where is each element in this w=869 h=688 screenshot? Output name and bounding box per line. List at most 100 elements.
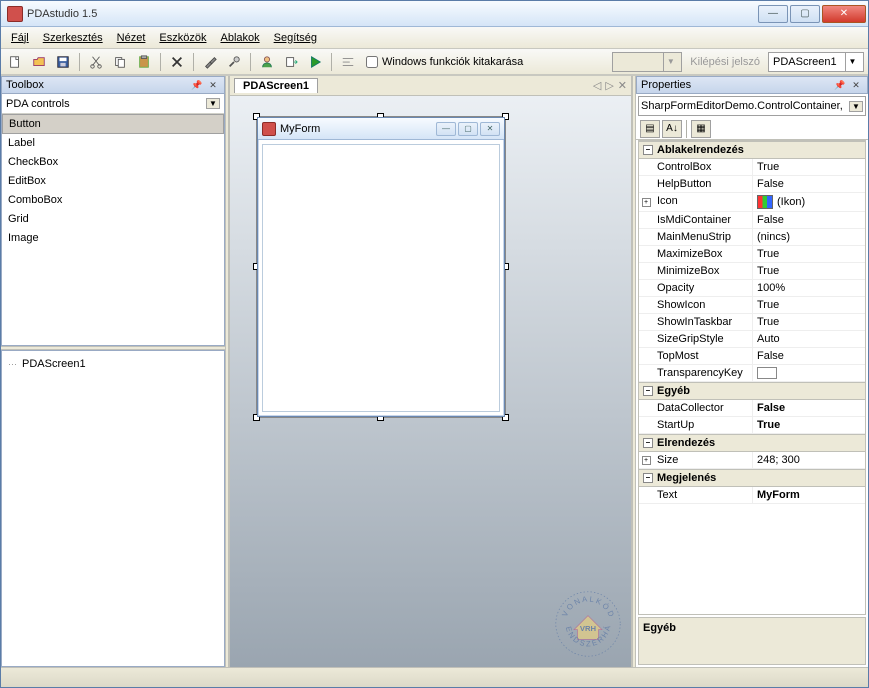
properties-pin-icon[interactable]: 📌 xyxy=(833,78,847,92)
settings-button[interactable] xyxy=(224,52,244,72)
form-icon xyxy=(262,122,276,136)
toolbox-item-editbox[interactable]: EditBox xyxy=(2,172,224,191)
form-titlebar: MyForm — ▢ ✕ xyxy=(258,118,504,140)
prop-row-text[interactable]: TextMyForm xyxy=(639,487,865,504)
copy-button[interactable] xyxy=(110,52,130,72)
tools-button[interactable] xyxy=(200,52,220,72)
tab-next-icon[interactable]: ▷ xyxy=(605,79,613,92)
properties-title: Properties xyxy=(641,79,691,91)
prop-row-ismdicontainer[interactable]: IsMdiContainerFalse xyxy=(639,212,865,229)
toolbox-category-combo[interactable]: PDA controls▼ xyxy=(2,94,224,114)
screen-combo[interactable]: PDAScreen1▼ xyxy=(768,52,864,72)
user-button[interactable] xyxy=(257,52,277,72)
close-button[interactable]: ✕ xyxy=(822,5,866,23)
export-button[interactable] xyxy=(281,52,301,72)
toolbox-item-grid[interactable]: Grid xyxy=(2,210,224,229)
menubar: Fájl Szerkesztés Nézet Eszközök Ablakok … xyxy=(1,27,868,49)
toolbox-pin-icon[interactable]: 📌 xyxy=(190,78,204,92)
toolbox-title: Toolbox xyxy=(6,79,44,91)
main-area: Toolbox 📌 ✕ PDA controls▼ ButtonLabelChe… xyxy=(1,75,868,667)
menu-file[interactable]: Fájl xyxy=(5,30,35,46)
form-title: MyForm xyxy=(280,123,320,135)
prop-row-opacity[interactable]: Opacity100% xyxy=(639,280,865,297)
prop-row-showintaskbar[interactable]: ShowInTaskbarTrue xyxy=(639,314,865,331)
center-column: PDAScreen1 ◁ ▷ ✕ xyxy=(229,76,632,667)
prop-pages-icon[interactable]: ▦ xyxy=(691,120,711,138)
maximize-button[interactable]: ▢ xyxy=(790,5,820,23)
prop-row-transparencykey[interactable]: TransparencyKey xyxy=(639,365,865,382)
prop-row-mainmenustrip[interactable]: MainMenuStrip(nincs) xyxy=(639,229,865,246)
open-button[interactable] xyxy=(29,52,49,72)
menu-tools[interactable]: Eszközök xyxy=(153,30,212,46)
menu-view[interactable]: Nézet xyxy=(111,30,152,46)
properties-close-icon[interactable]: ✕ xyxy=(849,78,863,92)
prop-row-controlbox[interactable]: ControlBoxTrue xyxy=(639,159,865,176)
prop-row-icon[interactable]: +Icon(Ikon) xyxy=(639,193,865,212)
form-close-icon[interactable]: ✕ xyxy=(480,122,500,136)
menu-edit[interactable]: Szerkesztés xyxy=(37,30,109,46)
form-minimize-icon[interactable]: — xyxy=(436,122,456,136)
prop-row-sizegripstyle[interactable]: SizeGripStyleAuto xyxy=(639,331,865,348)
form-selection[interactable]: MyForm — ▢ ✕ xyxy=(256,116,506,418)
prop-category[interactable]: –Elrendezés xyxy=(639,434,865,452)
design-surface[interactable]: MyForm — ▢ ✕ VRH xyxy=(230,96,631,667)
run-button[interactable] xyxy=(305,52,325,72)
toolbox-close-icon[interactable]: ✕ xyxy=(206,78,220,92)
prop-categorized-icon[interactable]: ▤ xyxy=(640,120,660,138)
toolbox-item-checkbox[interactable]: CheckBox xyxy=(2,153,224,172)
toolbox-item-label[interactable]: Label xyxy=(2,134,224,153)
menu-windows[interactable]: Ablakok xyxy=(214,30,265,46)
designed-form[interactable]: MyForm — ▢ ✕ xyxy=(257,117,505,417)
prop-row-helpbutton[interactable]: HelpButtonFalse xyxy=(639,176,865,193)
minimize-button[interactable]: — xyxy=(758,5,788,23)
prop-row-minimizebox[interactable]: MinimizeBoxTrue xyxy=(639,263,865,280)
paste-button[interactable] xyxy=(134,52,154,72)
properties-toolbar: ▤ A↓ ▦ xyxy=(636,118,868,140)
prop-category[interactable]: –Megjelenés xyxy=(639,469,865,487)
prop-row-showicon[interactable]: ShowIconTrue xyxy=(639,297,865,314)
toolbox-body: PDA controls▼ ButtonLabelCheckBoxEditBox… xyxy=(1,94,225,346)
prop-alphabetical-icon[interactable]: A↓ xyxy=(662,120,682,138)
align-button[interactable] xyxy=(338,52,358,72)
cut-button[interactable] xyxy=(86,52,106,72)
toolbox-item-button[interactable]: Button xyxy=(2,114,224,134)
right-column: Properties 📌 ✕ SharpFormEditorDemo.Contr… xyxy=(636,76,868,667)
form-canvas[interactable] xyxy=(262,144,500,412)
prop-category[interactable]: –Egyéb xyxy=(639,382,865,400)
prop-category[interactable]: –Ablakelrendezés xyxy=(639,141,865,159)
prop-row-topmost[interactable]: TopMostFalse xyxy=(639,348,865,365)
logo-watermark: VRH V O N A L K Ó D R E N D S Z E R H Á … xyxy=(553,589,623,659)
property-grid[interactable]: –AblakelrendezésControlBoxTrueHelpButton… xyxy=(638,140,866,615)
tree-item-label: PDAScreen1 xyxy=(22,358,86,370)
prop-row-maximizebox[interactable]: MaximizeBoxTrue xyxy=(639,246,865,263)
app-icon xyxy=(7,6,23,22)
toolbar: Windows funkciók kitakarása ▼ Kilépési j… xyxy=(1,49,868,75)
document-tab-controls: ◁ ▷ ✕ xyxy=(593,79,627,92)
form-maximize-icon[interactable]: ▢ xyxy=(458,122,478,136)
save-button[interactable] xyxy=(53,52,73,72)
properties-object-combo[interactable]: SharpFormEditorDemo.ControlContainer,▼ xyxy=(638,96,866,116)
tree-item[interactable]: ⋯ PDAScreen1 xyxy=(8,357,218,371)
new-button[interactable] xyxy=(5,52,25,72)
toolbox-item-image[interactable]: Image xyxy=(2,229,224,248)
tab-close-icon[interactable]: ✕ xyxy=(618,79,627,92)
disabled-combo: ▼ xyxy=(612,52,682,72)
document-tab[interactable]: PDAScreen1 xyxy=(234,78,318,93)
menu-help[interactable]: Segítség xyxy=(268,30,323,46)
statusbar xyxy=(1,667,868,687)
toolbox-header: Toolbox 📌 ✕ xyxy=(1,76,225,94)
document-tabs: PDAScreen1 ◁ ▷ ✕ xyxy=(230,76,631,96)
windows-mask-checkbox-input[interactable] xyxy=(366,56,378,68)
left-column: Toolbox 📌 ✕ PDA controls▼ ButtonLabelChe… xyxy=(1,76,225,667)
property-description: Egyéb xyxy=(638,617,866,665)
toolbox-item-combobox[interactable]: ComboBox xyxy=(2,191,224,210)
delete-button[interactable] xyxy=(167,52,187,72)
windows-mask-label: Windows funkciók kitakarása xyxy=(382,56,523,68)
prop-row-startup[interactable]: StartUpTrue xyxy=(639,417,865,434)
tab-prev-icon[interactable]: ◁ xyxy=(593,79,601,92)
svg-text:VRH: VRH xyxy=(580,624,597,633)
exit-password-label: Kilépési jelszó xyxy=(690,56,760,68)
prop-row-datacollector[interactable]: DataCollectorFalse xyxy=(639,400,865,417)
windows-mask-checkbox[interactable]: Windows funkciók kitakarása xyxy=(366,56,523,68)
prop-row-size[interactable]: +Size248; 300 xyxy=(639,452,865,469)
